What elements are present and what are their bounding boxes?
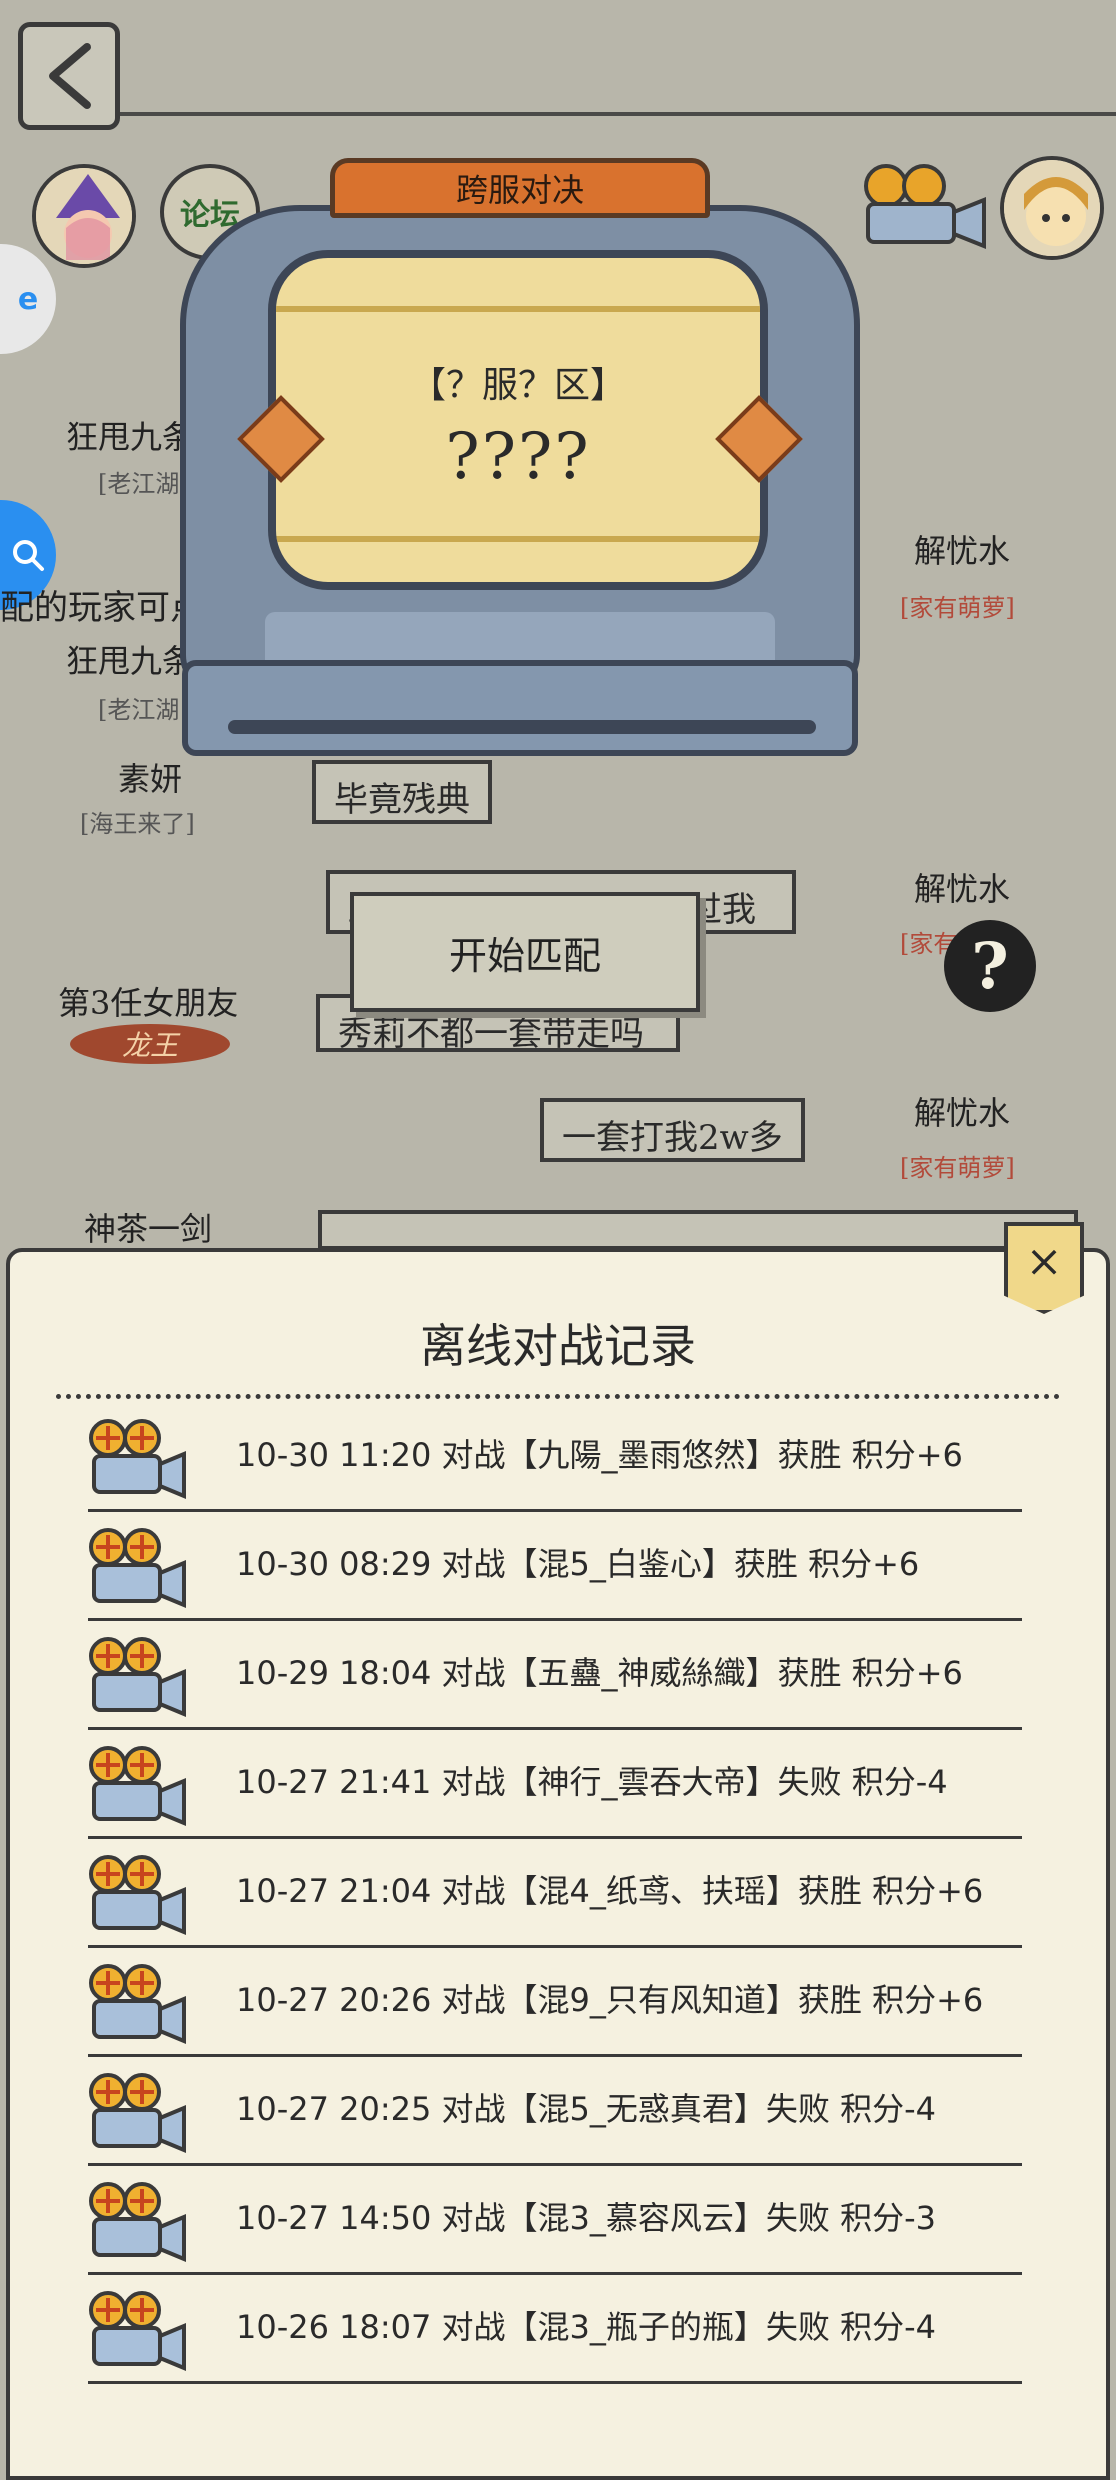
replay-camera-icon[interactable] <box>88 1525 188 1609</box>
film-camera-icon <box>89 1855 186 1935</box>
dragon-king-badge: 龙王 <box>70 1024 230 1064</box>
left-player-name[interactable]: 狂甩九条 <box>66 636 194 682</box>
film-camera-icon <box>89 1419 186 1499</box>
replay-camera-icon[interactable] <box>88 1743 188 1827</box>
record-text: 10-26 18:07 对战【混3_瓶子的瓶】失败 积分-4 <box>236 2308 936 2346</box>
machine-base <box>182 660 858 756</box>
film-camera-icon <box>89 1637 186 1717</box>
right-player-name[interactable]: 解忧水 <box>914 526 1010 572</box>
record-divider <box>88 2054 1022 2057</box>
record-text: 10-27 20:26 对战【混9_只有风知道】获胜 积分+6 <box>236 1981 984 2019</box>
film-camera-icon <box>89 1746 186 1826</box>
film-camera-icon <box>89 1528 186 1608</box>
close-icon: × <box>1025 1236 1063 1287</box>
record-row[interactable]: 10-30 08:29 对战【混5_白鉴心】获胜 积分+6 <box>88 1521 1022 1621</box>
record-row[interactable]: 10-27 20:25 对战【混5_无惑真君】失败 积分-4 <box>88 2066 1022 2166</box>
start-match-label: 开始匹配 <box>448 933 601 978</box>
opponent-avatar[interactable] <box>1000 156 1104 260</box>
chat-bubble: 一套打我2w多 <box>540 1098 805 1162</box>
chat-bubble <box>318 1210 1078 1250</box>
opponent-name: ???? <box>445 420 591 494</box>
app-e-icon: e <box>17 281 39 317</box>
right-player-tag: [家有萌萝] <box>900 1154 1015 1182</box>
girl-avatar-icon <box>1004 160 1100 256</box>
record-divider <box>88 1618 1022 1621</box>
replay-camera-icon[interactable] <box>88 2179 188 2263</box>
search-icon <box>13 540 44 571</box>
chat-bubble: 毕竟残典 <box>312 760 492 824</box>
left-player-tag: [老江湖 <box>98 470 180 498</box>
replay-camera-icon[interactable] <box>88 1634 188 1718</box>
left-player-tag: [老江湖 <box>98 696 180 724</box>
header-divider <box>120 112 1116 116</box>
record-row[interactable]: 10-29 18:04 对战【五蠱_神威絲織】获胜 积分+6 <box>88 1630 1022 1730</box>
record-row[interactable]: 10-27 21:41 对战【神行_雲吞大帝】失败 积分-4 <box>88 1739 1022 1839</box>
right-player-name[interactable]: 解忧水 <box>914 1088 1010 1134</box>
left-player-name[interactable]: 素妍 <box>118 754 182 800</box>
left-player-name[interactable]: 第3任女朋友 <box>58 978 238 1024</box>
question-icon: ? <box>971 928 1009 1004</box>
record-text: 10-27 20:25 对战【混5_无惑真君】失败 积分-4 <box>236 2090 936 2128</box>
back-button[interactable] <box>18 22 120 130</box>
record-divider <box>88 2381 1022 2384</box>
record-text: 10-27 21:04 对战【混4_纸鸢、扶瑶】获胜 积分+6 <box>236 1872 984 1910</box>
player-avatar[interactable] <box>32 164 136 268</box>
record-row[interactable]: 10-30 11:20 对战【九陽_墨雨悠然】获胜 积分+6 <box>88 1412 1022 1512</box>
record-divider <box>88 1727 1022 1730</box>
record-text: 10-29 18:04 对战【五蠱_神威絲織】获胜 积分+6 <box>236 1654 963 1692</box>
record-divider <box>88 1945 1022 1948</box>
record-row[interactable]: 10-26 18:07 对战【混3_瓶子的瓶】失败 积分-4 <box>88 2284 1022 2384</box>
record-divider <box>88 2163 1022 2166</box>
film-camera-icon <box>89 2291 186 2371</box>
close-button[interactable]: × <box>1004 1222 1084 1314</box>
server-label: 【？服？区】 <box>409 365 626 406</box>
left-player-name[interactable]: 神茶一剑 <box>84 1204 212 1250</box>
replay-camera-button[interactable] <box>858 160 998 250</box>
replay-camera-icon[interactable] <box>88 2288 188 2372</box>
record-text: 10-30 11:20 对战【九陽_墨雨悠然】获胜 积分+6 <box>236 1436 963 1474</box>
film-camera-icon <box>89 2182 186 2262</box>
film-camera-icon <box>864 164 986 249</box>
record-divider <box>88 2272 1022 2275</box>
record-row[interactable]: 10-27 21:04 对战【混4_纸鸢、扶瑶】获胜 积分+6 <box>88 1848 1022 1948</box>
back-arrow-icon <box>49 43 91 109</box>
replay-camera-icon[interactable] <box>88 2070 188 2154</box>
right-player-name[interactable]: 解忧水 <box>914 864 1010 910</box>
cross-server-title: 跨服对决 <box>330 158 710 218</box>
film-camera-icon <box>89 1964 186 2044</box>
record-text: 10-30 08:29 对战【混5_白鉴心】获胜 积分+6 <box>236 1545 920 1583</box>
side-float-app-button[interactable]: e <box>0 244 56 354</box>
record-text: 10-27 14:50 对战【混3_慕容风云】失败 积分-3 <box>236 2199 936 2237</box>
film-camera-icon <box>89 2073 186 2153</box>
record-divider <box>88 1509 1022 1512</box>
battle-screen: 【？服？区】 ???? <box>268 250 768 590</box>
right-player-tag: [家有萌萝] <box>900 594 1015 622</box>
record-panel-title: 离线对战记录 <box>420 1319 696 1373</box>
replay-camera-icon[interactable] <box>88 1852 188 1936</box>
start-match-button[interactable]: 开始匹配 <box>350 892 700 1012</box>
record-row[interactable]: 10-27 20:26 对战【混9_只有风知道】获胜 积分+6 <box>88 1957 1022 2057</box>
witch-avatar-icon <box>36 168 132 264</box>
left-player-name[interactable]: 狂甩九条 <box>66 412 194 458</box>
help-button[interactable]: ? <box>944 920 1036 1012</box>
replay-camera-icon[interactable] <box>88 1961 188 2045</box>
record-divider <box>88 1836 1022 1839</box>
dotted-divider <box>56 1394 1060 1399</box>
record-text: 10-27 21:41 对战【神行_雲吞大帝】失败 积分-4 <box>236 1763 948 1801</box>
left-player-tag: [海王来了] <box>80 810 195 838</box>
replay-camera-icon[interactable] <box>88 1416 188 1500</box>
machine-slot <box>228 720 816 734</box>
record-row[interactable]: 10-27 14:50 对战【混3_慕容风云】失败 积分-3 <box>88 2175 1022 2275</box>
